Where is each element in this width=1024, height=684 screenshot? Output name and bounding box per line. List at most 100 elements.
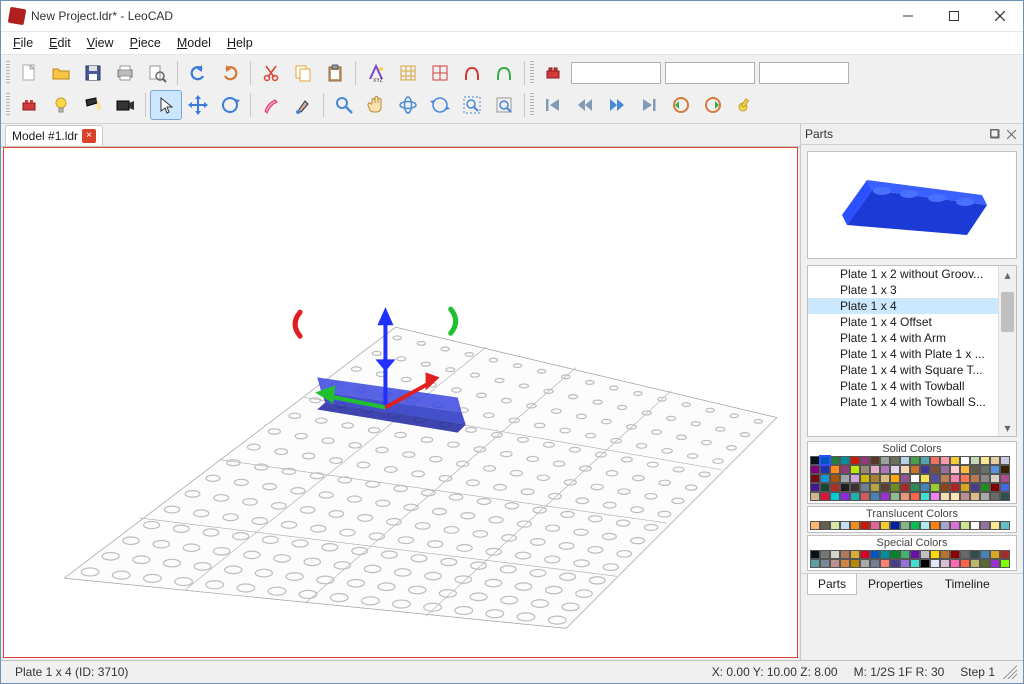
color-swatch[interactable]: [820, 474, 830, 483]
color-swatch[interactable]: [840, 456, 850, 465]
list-item[interactable]: Plate 1 x 3: [808, 282, 1016, 298]
color-swatch[interactable]: [940, 559, 950, 568]
color-swatch[interactable]: [950, 456, 960, 465]
move-tool-button[interactable]: [182, 90, 214, 120]
color-swatch[interactable]: [940, 474, 950, 483]
color-swatch[interactable]: [930, 559, 940, 568]
color-swatch[interactable]: [980, 456, 990, 465]
transform-relative-button[interactable]: XYZ: [360, 58, 392, 88]
panel-tab-parts[interactable]: Parts: [807, 574, 857, 595]
color-swatch[interactable]: [990, 550, 1000, 559]
color-swatch[interactable]: [870, 492, 880, 501]
step-next-button[interactable]: [601, 90, 633, 120]
color-swatch[interactable]: [820, 559, 830, 568]
color-swatch[interactable]: [860, 483, 870, 492]
color-swatch[interactable]: [850, 550, 860, 559]
color-swatch[interactable]: [830, 474, 840, 483]
color-swatch[interactable]: [890, 559, 900, 568]
copy-button[interactable]: [287, 58, 319, 88]
step-insert-after-button[interactable]: [697, 90, 729, 120]
color-swatch[interactable]: [910, 474, 920, 483]
color-swatch[interactable]: [1000, 474, 1010, 483]
toolbar-handle[interactable]: [530, 61, 534, 85]
color-swatch[interactable]: [930, 465, 940, 474]
color-swatch[interactable]: [980, 465, 990, 474]
color-swatch[interactable]: [860, 550, 870, 559]
color-swatch[interactable]: [830, 483, 840, 492]
color-swatch[interactable]: [990, 456, 1000, 465]
color-swatch[interactable]: [930, 492, 940, 501]
snap-rotate-button[interactable]: [456, 58, 488, 88]
color-swatch[interactable]: [840, 492, 850, 501]
color-swatch[interactable]: [850, 483, 860, 492]
color-swatch[interactable]: [970, 550, 980, 559]
color-swatch[interactable]: [860, 521, 870, 530]
color-swatch[interactable]: [940, 521, 950, 530]
color-swatch[interactable]: [1000, 456, 1010, 465]
color-swatch[interactable]: [900, 521, 910, 530]
color-swatch[interactable]: [820, 521, 830, 530]
color-swatch[interactable]: [1000, 483, 1010, 492]
resize-grip[interactable]: [1003, 665, 1017, 679]
color-swatch[interactable]: [900, 559, 910, 568]
zoom-extents-button[interactable]: [488, 90, 520, 120]
color-swatch[interactable]: [860, 456, 870, 465]
color-swatch[interactable]: [870, 465, 880, 474]
color-swatch[interactable]: [880, 465, 890, 474]
step-first-button[interactable]: [537, 90, 569, 120]
color-swatch[interactable]: [850, 521, 860, 530]
color-swatch[interactable]: [810, 456, 820, 465]
list-item[interactable]: Plate 1 x 4 with Plate 1 x ...: [808, 346, 1016, 362]
color-swatch[interactable]: [880, 492, 890, 501]
list-item[interactable]: Plate 1 x 4 with Arm: [808, 330, 1016, 346]
scroll-up-button[interactable]: ▴: [999, 266, 1016, 283]
window-minimize-button[interactable]: [885, 1, 931, 31]
color-swatch[interactable]: [920, 474, 930, 483]
color-swatch[interactable]: [970, 492, 980, 501]
scroll-thumb[interactable]: [1001, 292, 1014, 332]
color-swatch[interactable]: [920, 492, 930, 501]
color-swatch[interactable]: [810, 559, 820, 568]
color-swatch[interactable]: [910, 559, 920, 568]
color-swatch[interactable]: [1000, 521, 1010, 530]
color-swatch[interactable]: [980, 521, 990, 530]
color-swatch[interactable]: [910, 492, 920, 501]
color-swatch[interactable]: [840, 465, 850, 474]
color-swatch[interactable]: [970, 521, 980, 530]
add-keys-button[interactable]: [729, 90, 761, 120]
color-swatch[interactable]: [860, 465, 870, 474]
color-swatch[interactable]: [880, 550, 890, 559]
panel-tab-timeline[interactable]: Timeline: [934, 574, 1001, 595]
window-close-button[interactable]: [977, 1, 1023, 31]
color-swatch[interactable]: [920, 456, 930, 465]
color-swatch[interactable]: [860, 492, 870, 501]
color-swatch[interactable]: [920, 465, 930, 474]
color-swatch[interactable]: [850, 456, 860, 465]
color-swatch[interactable]: [910, 465, 920, 474]
menu-help[interactable]: Help: [219, 34, 261, 52]
color-swatch[interactable]: [850, 474, 860, 483]
menu-piece[interactable]: Piece: [122, 34, 169, 52]
color-swatch[interactable]: [900, 474, 910, 483]
color-swatch[interactable]: [950, 492, 960, 501]
color-swatch[interactable]: [960, 521, 970, 530]
menu-edit[interactable]: Edit: [41, 34, 79, 52]
color-swatch[interactable]: [880, 456, 890, 465]
color-swatch[interactable]: [920, 483, 930, 492]
color-swatch[interactable]: [900, 456, 910, 465]
color-swatch[interactable]: [970, 559, 980, 568]
list-item[interactable]: Plate 1 x 4 with Square T...: [808, 362, 1016, 378]
color-swatch[interactable]: [920, 521, 930, 530]
save-button[interactable]: [77, 58, 109, 88]
color-swatch[interactable]: [870, 456, 880, 465]
color-swatch[interactable]: [870, 521, 880, 530]
color-swatch[interactable]: [810, 474, 820, 483]
roll-tool-button[interactable]: [424, 90, 456, 120]
menu-file[interactable]: File: [5, 34, 41, 52]
color-swatch[interactable]: [890, 456, 900, 465]
color-swatch[interactable]: [890, 550, 900, 559]
color-swatch[interactable]: [890, 465, 900, 474]
part-preview[interactable]: [807, 151, 1017, 259]
color-swatch[interactable]: [880, 483, 890, 492]
color-swatch[interactable]: [990, 483, 1000, 492]
